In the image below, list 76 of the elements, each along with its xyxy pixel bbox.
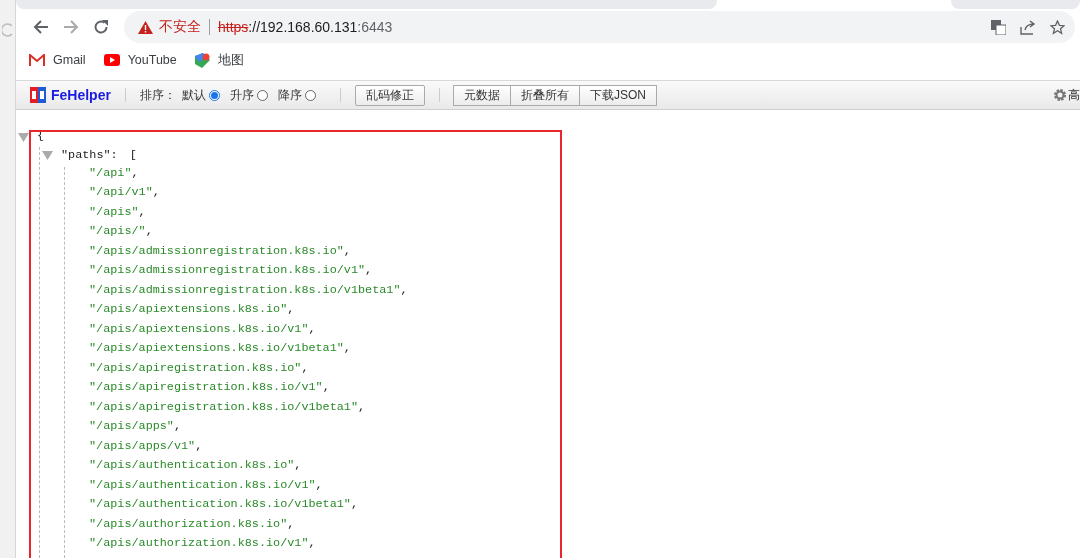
json-comma: , [195,438,203,453]
json-comma: , [131,165,139,180]
collapse-triangle-icon[interactable] [18,133,29,142]
json-comma: , [315,477,323,492]
address-bar[interactable]: 不安全 https://192.168.60.131:6443 [124,11,1075,43]
json-comma: , [173,419,182,434]
json-comma: , [308,321,316,336]
json-comma: , [343,341,351,356]
json-string: "/apis/authorization.k8s.io" [89,516,288,531]
toolbar-button[interactable]: 元数据 [452,84,511,106]
settings-label[interactable]: 高 [1068,86,1080,104]
bookmark[interactable]: YouTube [103,53,177,67]
json-string: "/apis/authorization.k8s.io/v1" [89,536,309,551]
json-string: "/apis/apps/v1" [89,438,196,453]
json-string: "/apis/" [89,224,146,239]
json-comma: , [322,380,330,395]
sort-option[interactable]: 默认 [181,86,220,104]
bookmark[interactable]: Gmail [29,53,86,67]
collapse-triangle-icon[interactable] [42,151,53,160]
back-icon[interactable] [33,19,49,35]
share-icon[interactable] [1020,19,1036,35]
json-comma: , [145,224,153,239]
json-string: "/apis/apiextensions.k8s.io/v1" [89,321,309,336]
translate-icon[interactable] [991,19,1006,35]
json-key: "paths" [61,147,111,162]
reload-icon [2,23,13,37]
star-icon[interactable] [1050,19,1065,35]
sort-label: 排序： [139,86,176,104]
json-string: "/apis/authentication.k8s.io/v1beta1" [89,497,351,512]
json-string: "/apis/authentication.k8s.io" [89,458,295,473]
toolbar-button[interactable]: 折叠所有 [509,84,580,106]
json-string: "/apis/admissionregistration.k8s.io/v1" [89,263,366,278]
url-host: ://192.168.60.131 [248,19,358,35]
json-comma: , [287,516,295,531]
json-bracket: [ [129,147,137,162]
bookmark[interactable]: 地图 [194,51,244,69]
json-comma: , [287,302,295,317]
json-comma: , [294,458,302,473]
toolbar-button[interactable]: 下载JSON [578,84,657,106]
json-string: "/api" [89,165,132,180]
warning-icon [138,20,153,34]
json-comma: , [301,360,309,375]
json-string: "/apis/apiregistration.k8s.io/v1beta1" [89,399,358,414]
json-string: "/api/v1" [89,185,153,200]
json-string: "/apis/apiregistration.k8s.io" [89,360,302,375]
fix-encoding-button[interactable]: 乱码修正 [354,84,425,106]
json-string: "/apis/authentication.k8s.io/v1" [89,477,316,492]
reload-icon[interactable] [93,19,109,35]
json-string: "/apis/admissionregistration.k8s.io/v1beta1" [89,282,401,297]
json-comma: , [400,282,408,297]
json-comma: , [308,536,316,551]
url-scheme: https [218,19,249,35]
json-string: "/apis/apiregistration.k8s.io/v1" [89,380,323,395]
json-comma: , [343,243,351,258]
json-string: "/apis/admissionregistration.k8s.io" [89,243,344,258]
sort-option[interactable]: 降序 [277,86,316,104]
json-comma: , [152,185,160,200]
json-colon: : [110,147,118,162]
json-comma: , [138,204,146,219]
json-comma: , [350,497,359,512]
mail-icon [29,54,45,66]
sort-option[interactable]: 升序 [229,86,268,104]
logo-icon [30,87,46,103]
json-comma: , [365,263,373,278]
gear-icon[interactable] [1053,88,1067,102]
map-pin-icon [194,52,210,68]
forward-icon[interactable] [63,19,79,35]
json-comma: , [358,399,366,414]
brand-name: FeHelper [51,87,111,103]
json-string: "/apis/apiextensions.k8s.io" [89,302,288,317]
security-label: 不安全 [159,18,201,36]
play-icon [103,54,120,66]
json-string: "/apis/apps" [89,419,174,434]
json-string: "/apis/apiextensions.k8s.io/v1beta1" [89,341,344,356]
json-string: "/apis" [89,204,139,219]
url-port: :6443 [357,19,393,35]
